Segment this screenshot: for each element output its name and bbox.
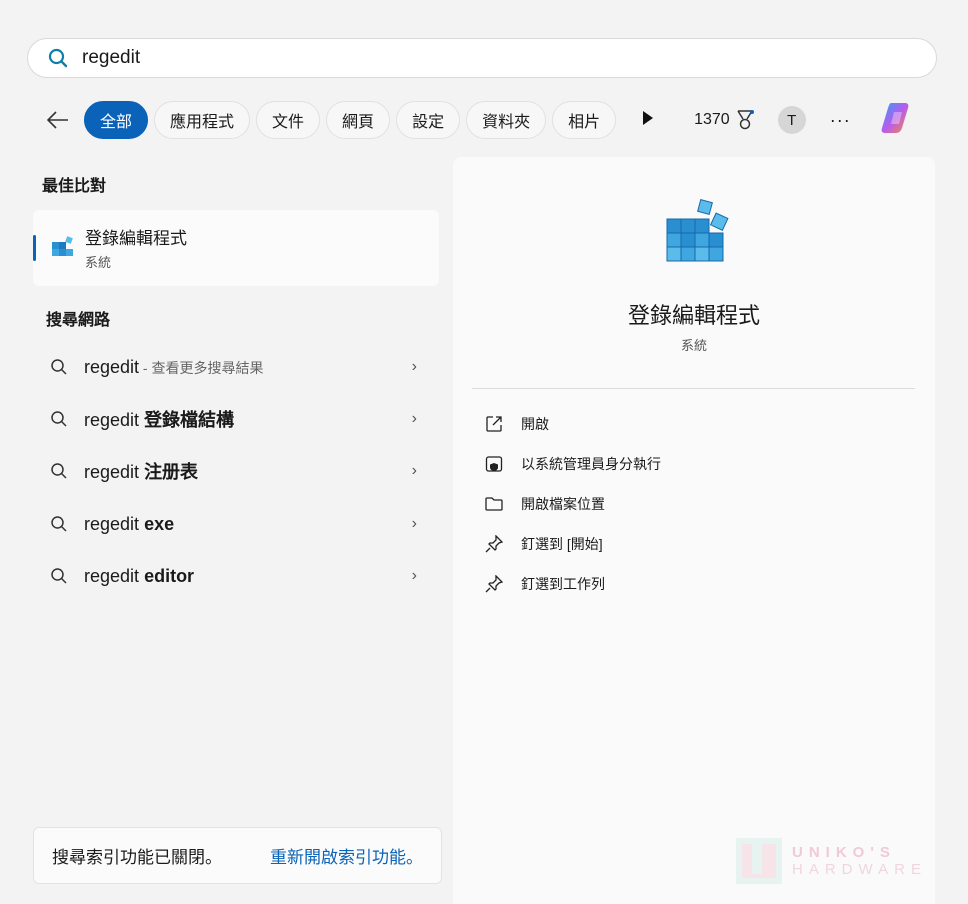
watermark-logo: UNIKO'S HARDWARE [736, 838, 927, 884]
rewards-points[interactable]: 1370 [694, 110, 754, 130]
chevron-right-icon: › [411, 462, 417, 479]
search-icon [51, 411, 67, 427]
arrow-left-icon [47, 111, 68, 129]
watermark-line1: UNIKO'S [792, 844, 896, 861]
query-extra: 查看更多搜尋結果 [151, 359, 264, 376]
chevron-right-icon: › [411, 358, 417, 375]
query-suggestion: editor [144, 565, 195, 586]
query-text: regedit [84, 410, 140, 430]
filter-bar: 全部 應用程式 文件 網頁 設定 資料夾 相片 1370 T ··· [40, 100, 940, 140]
tab-folders[interactable]: 資料夾 [466, 101, 547, 139]
open-external-icon [486, 416, 502, 432]
folder-icon [485, 497, 503, 511]
best-match-heading: 最佳比對 [42, 178, 107, 195]
query-text: regedit [84, 356, 140, 377]
action-open[interactable]: 開啟 [485, 412, 549, 436]
search-icon [51, 359, 67, 375]
tab-photos[interactable]: 相片 [552, 101, 617, 139]
detail-pane: 登錄編輯程式 系統 開啟 以系統管理員身分執行 開啟檔案位置 釘選到 [開始] … [453, 157, 935, 904]
web-search-heading: 搜尋網路 [46, 312, 111, 329]
points-value: 1370 [694, 111, 730, 128]
reenable-indexing-link[interactable]: 重新開啟索引功能。 [270, 843, 423, 868]
web-result[interactable]: regedit 注册表 › [33, 446, 439, 496]
play-icon [643, 110, 654, 125]
registry-editor-icon [52, 236, 73, 256]
search-input[interactable] [82, 47, 782, 69]
pin-icon [485, 575, 503, 593]
query-text: regedit [84, 462, 140, 482]
best-match-title: 登錄編輯程式 [85, 229, 187, 248]
best-match-subtitle: 系統 [85, 255, 112, 270]
shield-icon [485, 456, 503, 472]
registry-editor-icon [666, 199, 729, 262]
action-run-as-admin[interactable]: 以系統管理員身分執行 [485, 452, 661, 476]
search-icon [51, 568, 67, 584]
pin-icon [485, 535, 503, 553]
chevron-right-icon: › [411, 410, 417, 427]
web-result[interactable]: regedit 登錄檔結構 › [33, 394, 439, 444]
action-pin-to-taskbar[interactable]: 釘選到工作列 [485, 572, 605, 596]
query-suggestion: 注册表 [144, 462, 199, 482]
search-box[interactable] [27, 38, 937, 78]
action-open-file-location[interactable]: 開啟檔案位置 [485, 492, 605, 516]
tab-web[interactable]: 網頁 [326, 101, 391, 139]
divider [472, 388, 915, 389]
chevron-right-icon: › [411, 515, 417, 532]
indexing-status-text: 搜尋索引功能已關閉。 [52, 848, 222, 867]
best-match-item[interactable]: 登錄編輯程式 系統 [33, 210, 439, 286]
tab-all[interactable]: 全部 [84, 101, 149, 139]
query-text: regedit [84, 565, 140, 586]
action-pin-to-start[interactable]: 釘選到 [開始] [485, 532, 603, 556]
chevron-right-icon: › [411, 567, 417, 584]
selection-indicator [33, 235, 36, 261]
indexing-notice: 搜尋索引功能已關閉。 重新開啟索引功能。 [33, 827, 442, 884]
app-subtitle: 系統 [680, 338, 707, 353]
watermark-line2: HARDWARE [792, 861, 927, 878]
query-suggestion: 登錄檔結構 [144, 410, 235, 430]
tab-apps[interactable]: 應用程式 [154, 101, 251, 139]
web-result[interactable]: regedit editor › [33, 551, 439, 601]
search-icon [51, 516, 67, 532]
tab-documents[interactable]: 文件 [256, 101, 321, 139]
back-button[interactable] [40, 102, 76, 138]
query-suggestion: exe [144, 513, 175, 534]
more-options-button[interactable]: ··· [830, 110, 851, 131]
more-tabs-button[interactable] [642, 110, 654, 130]
search-icon [48, 48, 68, 68]
search-icon [51, 463, 67, 479]
web-result[interactable]: regedit - 查看更多搜尋結果 › [33, 342, 439, 392]
query-text: regedit [84, 513, 140, 534]
web-result[interactable]: regedit exe › [33, 499, 439, 549]
medal-icon [737, 110, 754, 130]
avatar[interactable]: T [777, 106, 806, 134]
app-title: 登錄編輯程式 [627, 303, 760, 328]
tab-settings[interactable]: 設定 [396, 101, 461, 139]
copilot-icon[interactable] [879, 100, 915, 141]
